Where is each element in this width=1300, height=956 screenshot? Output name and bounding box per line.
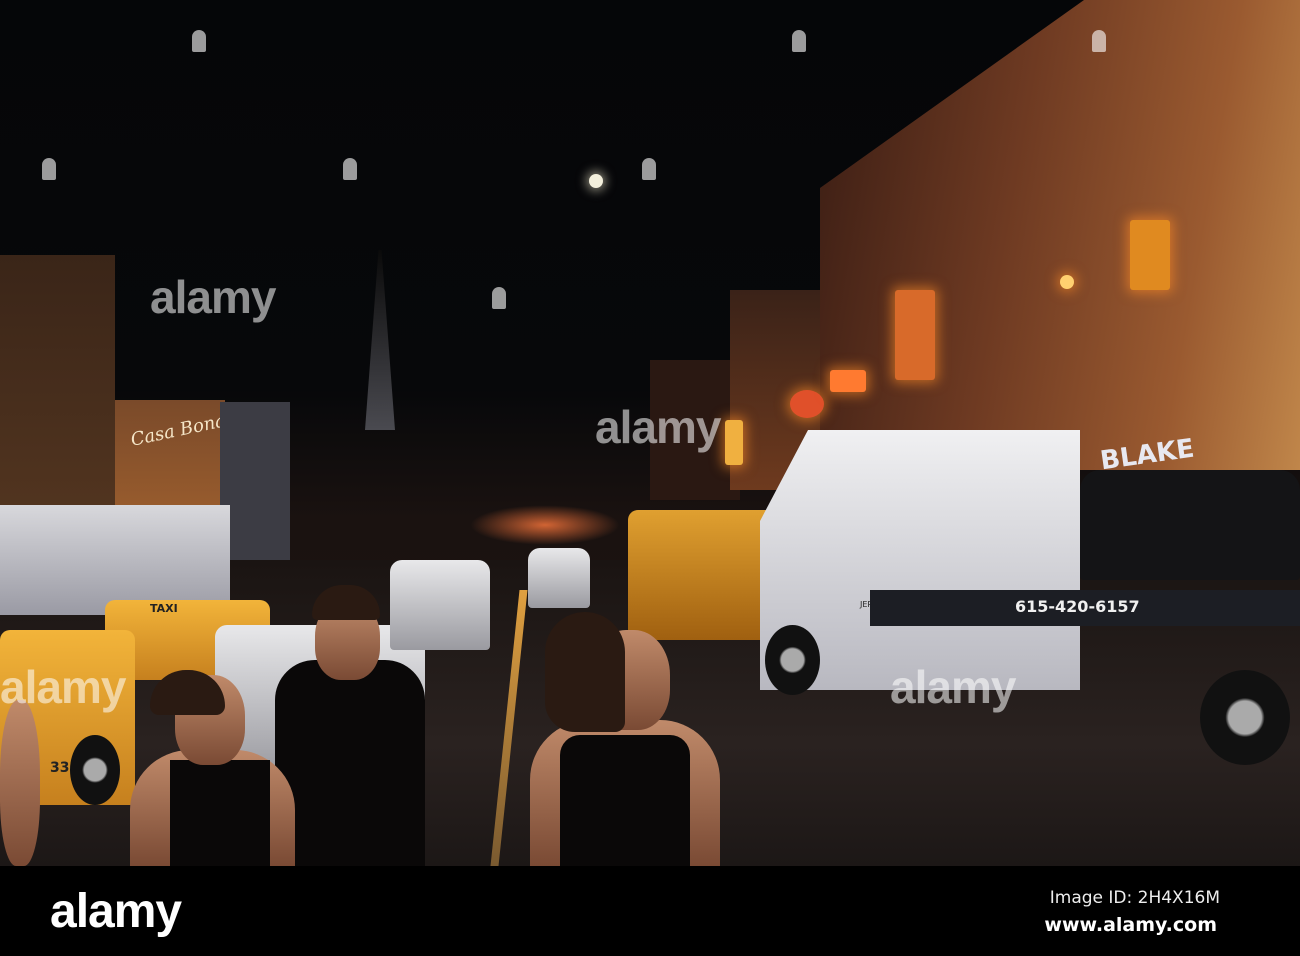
truck-bed: 615-420-6157 bbox=[870, 590, 1300, 626]
neon-sign bbox=[895, 290, 935, 380]
radio-tower bbox=[365, 250, 395, 430]
black-suv bbox=[1080, 470, 1300, 580]
neon-sign bbox=[725, 420, 743, 465]
taxi-wheel bbox=[70, 735, 120, 805]
watermark-mark bbox=[642, 158, 656, 180]
phone-number: 615-420-6157 bbox=[1015, 597, 1140, 616]
neon-sign bbox=[790, 390, 824, 418]
woman-left-dress bbox=[170, 760, 270, 866]
moon bbox=[589, 174, 603, 188]
tuk-tuk bbox=[628, 510, 778, 640]
watermark-mark bbox=[192, 30, 206, 52]
night-street-photo: Casa Bona TAXI 3333 JERR DAN 615-420-615… bbox=[0, 0, 1300, 866]
box-truck bbox=[0, 505, 230, 615]
footer-bar: alamy Image ID: 2H4X16M www.alamy.com bbox=[0, 866, 1300, 956]
watermark: alamy bbox=[890, 661, 1016, 713]
person-edge bbox=[0, 700, 40, 866]
watermark-mark bbox=[1092, 30, 1106, 52]
traffic-lights bbox=[470, 505, 620, 545]
woman-center-hair bbox=[545, 612, 625, 732]
truck-wheel bbox=[765, 625, 820, 695]
alamy-logo: alamy bbox=[50, 885, 182, 938]
neon-sign bbox=[830, 370, 866, 392]
grey-building bbox=[220, 402, 290, 572]
watermark-mark bbox=[42, 158, 56, 180]
website-link[interactable]: www.alamy.com bbox=[1044, 914, 1217, 936]
street-lamp bbox=[1060, 275, 1074, 289]
taxi-sign: TAXI bbox=[150, 602, 178, 615]
car bbox=[528, 548, 590, 608]
watermark-mark bbox=[492, 287, 506, 309]
watermark-mark bbox=[343, 158, 357, 180]
woman-center-dress bbox=[560, 735, 690, 866]
watermark-mark bbox=[792, 30, 806, 52]
watermark: alamy bbox=[0, 661, 126, 713]
stock-photo-page: Casa Bona TAXI 3333 JERR DAN 615-420-615… bbox=[0, 0, 1300, 956]
watermark: alamy bbox=[150, 271, 276, 323]
man bbox=[275, 660, 425, 866]
truck-wheel bbox=[1200, 670, 1290, 765]
image-id: Image ID: 2H4X16M bbox=[1049, 888, 1220, 908]
white-suv bbox=[390, 560, 490, 650]
neon-sign bbox=[1130, 220, 1170, 290]
watermark: alamy bbox=[595, 401, 721, 453]
right-buildings bbox=[820, 0, 1300, 470]
